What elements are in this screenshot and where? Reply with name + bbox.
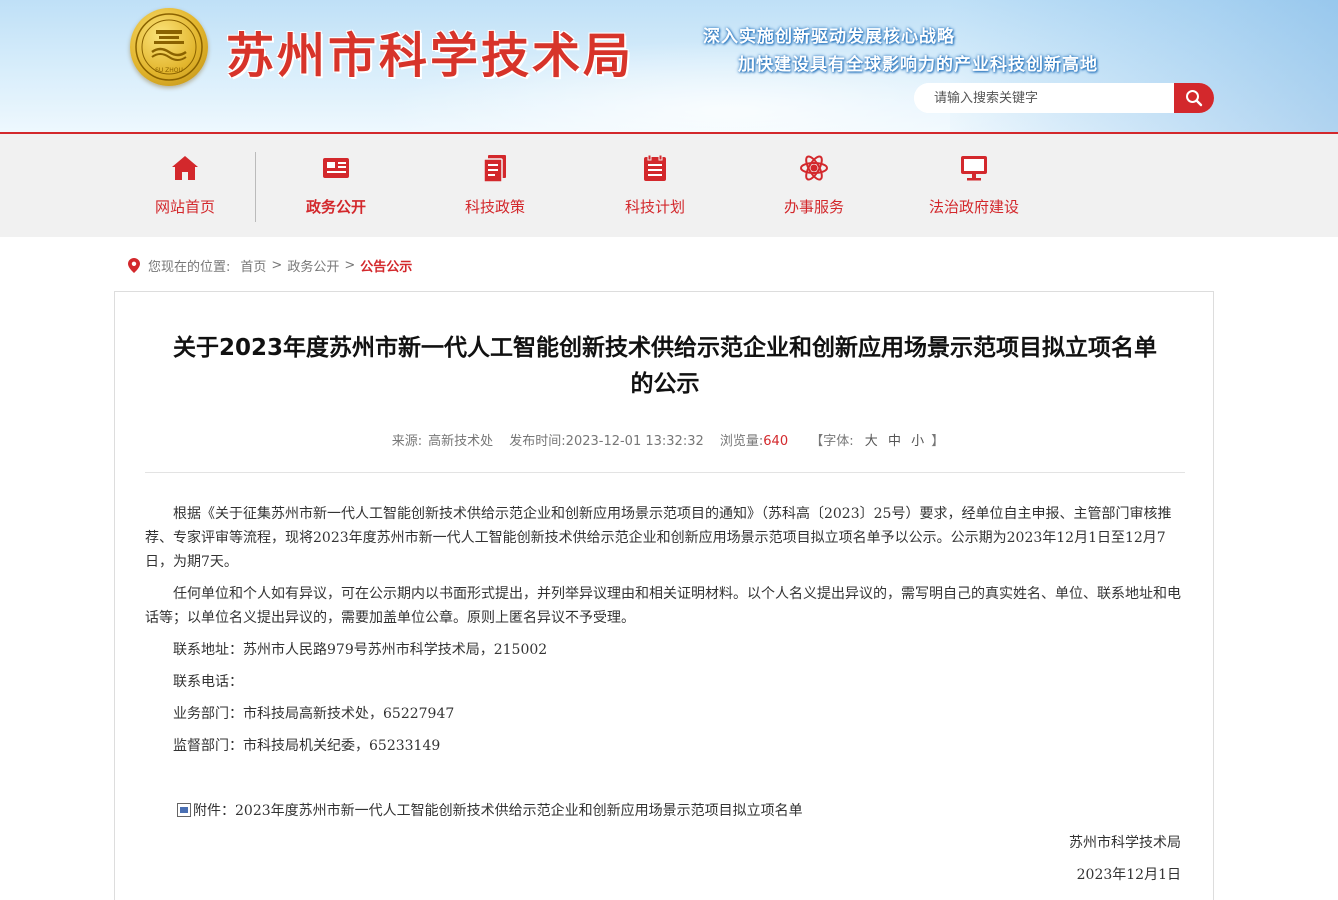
font-size-large-button[interactable]: 大 bbox=[865, 434, 878, 449]
slogan-line-2: 加快建设具有全球影响力的产业科技创新高地 bbox=[738, 55, 1098, 75]
emblem-icon: SU ZHOU bbox=[135, 13, 203, 81]
nav-item-rule-of-law[interactable]: 法治政府建设 bbox=[904, 134, 1044, 237]
source-value: 高新技术处 bbox=[428, 434, 494, 449]
monitor-icon bbox=[961, 156, 987, 181]
views-count: 640 bbox=[763, 434, 789, 449]
nav-item-home[interactable]: 网站首页 bbox=[115, 134, 255, 237]
main-nav: 网站首页 政务公开 科技政策 科技计划 办事服务 法治政府建设 bbox=[0, 132, 1338, 237]
site-title[interactable]: 苏州市科学技术局 bbox=[226, 16, 634, 86]
breadcrumb-current[interactable]: 公告公示 bbox=[360, 256, 412, 275]
list-icon bbox=[644, 154, 666, 181]
article-container: 关于2023年度苏州市新一代人工智能创新技术供给示范企业和创新应用场景示范项目拟… bbox=[114, 291, 1214, 900]
breadcrumb-separator: > bbox=[344, 258, 356, 273]
nav-divider bbox=[255, 152, 256, 222]
views-label: 浏览量: bbox=[719, 434, 764, 449]
paragraph: 任何单位和个人如有异议，可在公示期内以书面形式提出，并列举异议理由和相关证明材料… bbox=[145, 586, 1181, 626]
font-size-switcher: 【字体: 大 中 小 】 bbox=[804, 434, 944, 449]
business-department: 业务部门：市科技局高新技术处，65227947 bbox=[173, 706, 455, 722]
nav-label: 网站首页 bbox=[154, 198, 215, 216]
breadcrumb-home-link[interactable]: 首页 bbox=[240, 256, 266, 275]
nav-label: 科技政策 bbox=[464, 198, 525, 216]
nav-label: 办事服务 bbox=[783, 198, 844, 216]
atom-icon bbox=[800, 155, 828, 181]
paragraph: 根据《关于征集苏州市新一代人工智能创新技术供给示范企业和创新应用场景示范项目的通… bbox=[145, 506, 1172, 570]
breadcrumb-prefix: 您现在的位置: bbox=[148, 260, 231, 275]
nav-label: 科技计划 bbox=[624, 198, 685, 216]
font-size-medium-button[interactable]: 中 bbox=[888, 434, 901, 449]
meta-divider bbox=[145, 472, 1185, 473]
slogan-line-1: 深入实施创新驱动发展核心战略 bbox=[703, 27, 955, 47]
article-meta: 来源: 高新技术处 发布时间:2023-12-01 13:32:32 浏览量:64… bbox=[115, 430, 1215, 449]
nav-label: 政务公开 bbox=[305, 198, 366, 216]
attachment-link[interactable]: 附件：2023年度苏州市新一代人工智能创新技术供给示范企业和创新应用场景示范项目… bbox=[177, 800, 803, 820]
city-emblem-logo[interactable]: SU ZHOU bbox=[130, 8, 208, 86]
font-size-label: 【字体: bbox=[810, 434, 854, 449]
attachment-file-icon bbox=[177, 803, 191, 817]
nav-item-gov-affairs[interactable]: 政务公开 bbox=[266, 134, 406, 237]
article-title-line-2: 的公示 bbox=[630, 371, 700, 397]
nav-item-policy[interactable]: 科技政策 bbox=[425, 134, 565, 237]
source-label: 来源: bbox=[391, 434, 423, 449]
nav-item-plan[interactable]: 科技计划 bbox=[585, 134, 725, 237]
location-pin-icon bbox=[128, 258, 140, 273]
article-title: 关于2023年度苏州市新一代人工智能创新技术供给示范企业和创新应用场景示范项目拟… bbox=[145, 330, 1185, 402]
font-size-close: 】 bbox=[931, 434, 945, 449]
search-bar bbox=[914, 83, 1214, 113]
nav-item-services[interactable]: 办事服务 bbox=[744, 134, 884, 237]
signature-date: 2023年12月1日 bbox=[1076, 867, 1181, 883]
emblem-text: SU ZHOU bbox=[155, 67, 183, 74]
nav-label: 法治政府建设 bbox=[928, 198, 1019, 216]
document-icon bbox=[483, 155, 506, 183]
supervision-department: 监督部门：市科技局机关纪委，65233149 bbox=[173, 738, 441, 754]
breadcrumb-separator: > bbox=[271, 258, 283, 273]
contact-address: 联系地址：苏州市人民路979号苏州市科学技术局，215002 bbox=[173, 642, 548, 658]
article-body: 根据《关于征集苏州市新一代人工智能创新技术供给示范企业和创新应用场景示范项目的通… bbox=[145, 502, 1185, 766]
breadcrumb-gov-affairs-link[interactable]: 政务公开 bbox=[287, 256, 339, 275]
signature-organization: 苏州市科学技术局 bbox=[1069, 835, 1181, 851]
search-icon bbox=[1186, 90, 1203, 107]
date-label: 发布时间: bbox=[509, 434, 566, 449]
font-size-small-button[interactable]: 小 bbox=[911, 434, 924, 449]
news-icon bbox=[323, 158, 349, 178]
search-input[interactable] bbox=[914, 83, 1174, 113]
search-button[interactable] bbox=[1174, 83, 1214, 113]
contact-phone-label: 联系电话： bbox=[173, 674, 243, 690]
home-icon bbox=[172, 156, 198, 180]
attachment-text: 附件：2023年度苏州市新一代人工智能创新技术供给示范企业和创新应用场景示范项目… bbox=[193, 803, 803, 819]
breadcrumb: 您现在的位置: 首页 > 政务公开 > 公告公示 bbox=[128, 256, 412, 275]
publish-date: 2023-12-01 13:32:32 bbox=[565, 434, 704, 449]
article-title-line-1: 关于2023年度苏州市新一代人工智能创新技术供给示范企业和创新应用场景示范项目拟… bbox=[172, 335, 1157, 361]
site-header: SU ZHOU 苏州市科学技术局 深入实施创新驱动发展核心战略 加快建设具有全球… bbox=[0, 0, 1338, 132]
